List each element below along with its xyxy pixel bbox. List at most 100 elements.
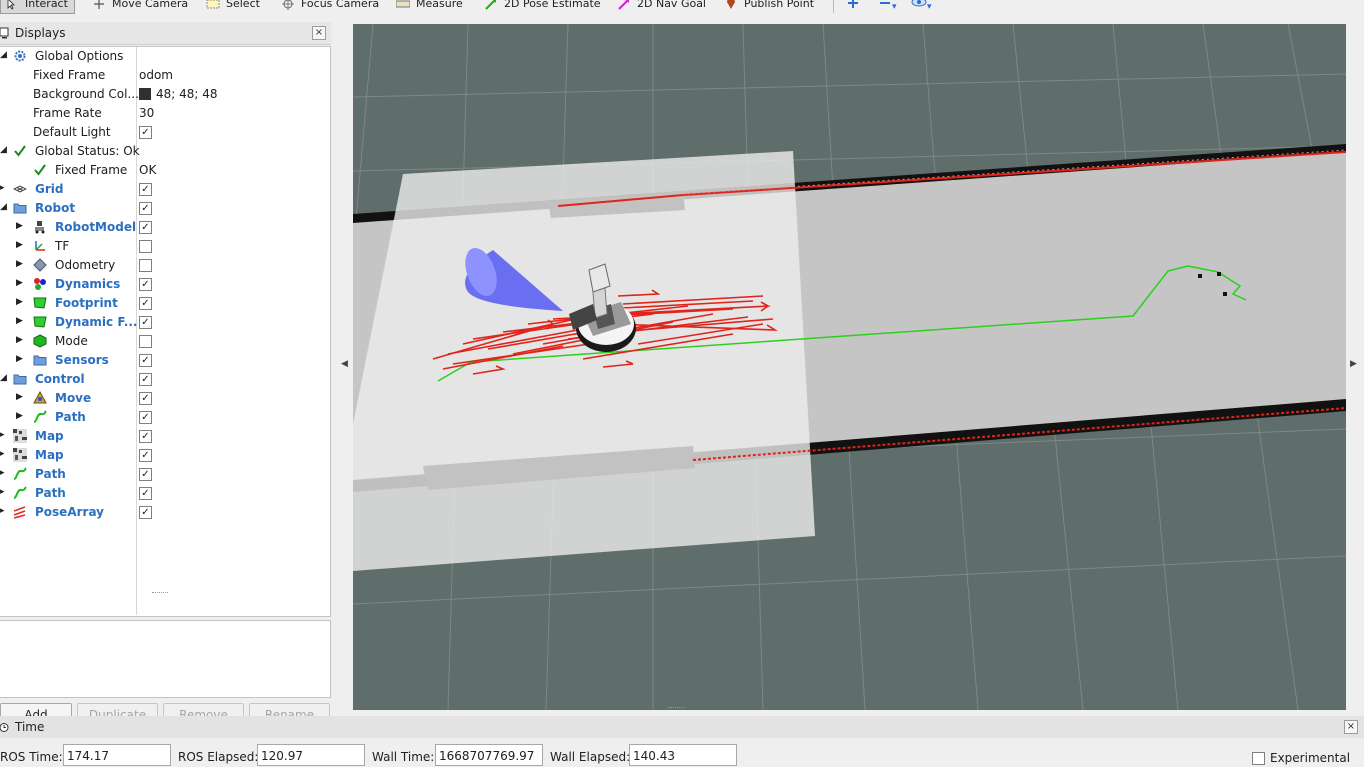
view-tool-button[interactable]: ▾ [911, 0, 937, 12]
mode-checkbox[interactable] [139, 335, 152, 348]
collapsed-arrow-icon[interactable]: ▸ [0, 183, 10, 193]
tree-row-map-2[interactable]: ▸ Map ✓ [0, 446, 330, 465]
tree-row-background-color[interactable]: Background Col... 48; 48; 48 [0, 85, 330, 104]
remove-tool-button[interactable]: ▾ [878, 0, 902, 12]
wall-elapsed-field[interactable]: 140.43 [629, 744, 737, 766]
collapse-left-arrow-icon[interactable]: ◀ [341, 359, 348, 369]
collapsed-arrow-icon[interactable]: ▶ [16, 297, 26, 307]
tree-row-mode[interactable]: ▶ Mode [0, 332, 330, 351]
tree-row-fixed-frame[interactable]: Fixed Frame odom [0, 66, 330, 85]
experimental-checkbox[interactable] [1252, 752, 1265, 765]
robot-model-checkbox[interactable]: ✓ [139, 221, 152, 234]
tree-row-path-1[interactable]: ▸ Path ✓ [0, 465, 330, 484]
robot-checkbox[interactable]: ✓ [139, 202, 152, 215]
default-light-checkbox[interactable]: ✓ [139, 126, 152, 139]
sensors-checkbox[interactable]: ✓ [139, 354, 152, 367]
nav-goal-tool-button[interactable]: 2D Nav Goal [617, 0, 706, 12]
viewport-splitter-handle[interactable] [668, 707, 684, 710]
odometry-checkbox[interactable] [139, 259, 152, 272]
collapsed-arrow-icon[interactable]: ▸ [0, 506, 10, 516]
expanded-arrow-icon[interactable]: ◢ [0, 50, 10, 60]
right-splitter[interactable]: ▶ [1346, 22, 1364, 712]
collapsed-arrow-icon[interactable]: ▶ [16, 316, 26, 326]
interact-tool-button[interactable]: Interact [0, 0, 75, 14]
tree-row-map-1[interactable]: ▸ Map ✓ [0, 427, 330, 446]
collapsed-arrow-icon[interactable]: ▸ [0, 449, 10, 459]
tree-row-default-light[interactable]: Default Light ✓ [0, 123, 330, 142]
grid-checkbox[interactable]: ✓ [139, 183, 152, 196]
collapsed-arrow-icon[interactable]: ▶ [16, 221, 26, 231]
tree-row-robot-model[interactable]: ▶ RobotModel ✓ [0, 218, 330, 237]
tree-row-control[interactable]: ◢ Control ✓ [0, 370, 330, 389]
tree-label: Move [55, 391, 92, 405]
collapsed-arrow-icon[interactable]: ▶ [16, 354, 26, 364]
collapse-right-arrow-icon[interactable]: ▶ [1350, 359, 1357, 369]
pose-estimate-tool-button[interactable]: 2D Pose Estimate [484, 0, 601, 12]
collapsed-arrow-icon[interactable]: ▶ [16, 335, 26, 345]
map-1-checkbox[interactable]: ✓ [139, 430, 152, 443]
frame-rate-value[interactable]: 30 [139, 106, 154, 120]
move-checkbox[interactable]: ✓ [139, 392, 152, 405]
control-checkbox[interactable]: ✓ [139, 373, 152, 386]
tree-row-move[interactable]: ▶ Move ✓ [0, 389, 330, 408]
close-time-button[interactable]: × [1344, 720, 1358, 734]
collapsed-arrow-icon[interactable]: ▸ [0, 468, 10, 478]
splitter-handle[interactable] [152, 592, 168, 595]
tf-checkbox[interactable] [139, 240, 152, 253]
path-1-checkbox[interactable]: ✓ [139, 468, 152, 481]
tree-label: Background Col... [33, 87, 139, 101]
expanded-arrow-icon[interactable]: ◢ [0, 145, 10, 155]
wall-time-field[interactable]: 1668707769.97 [435, 744, 543, 766]
tree-row-dynamics[interactable]: ▶ Dynamics ✓ [0, 275, 330, 294]
pose-array-checkbox[interactable]: ✓ [139, 506, 152, 519]
tree-row-control-path[interactable]: ▶ Path ✓ [0, 408, 330, 427]
3d-render-viewport[interactable] [353, 24, 1346, 710]
path-2-checkbox[interactable]: ✓ [139, 487, 152, 500]
tree-row-frame-rate[interactable]: Frame Rate 30 [0, 104, 330, 123]
tree-row-fixed-frame-status[interactable]: Fixed Frame OK [0, 161, 330, 180]
publish-point-tool-button[interactable]: Publish Point [724, 0, 814, 12]
move-camera-tool-button[interactable]: Move Camera [92, 0, 188, 12]
collapsed-arrow-icon[interactable]: ▶ [16, 411, 26, 421]
tree-row-robot[interactable]: ◢ Robot ✓ [0, 199, 330, 218]
collapsed-arrow-icon[interactable]: ▸ [0, 430, 10, 440]
add-tool-button[interactable] [846, 0, 860, 10]
close-displays-button[interactable]: × [312, 26, 326, 40]
dynamics-checkbox[interactable]: ✓ [139, 278, 152, 291]
tree-label: Path [55, 410, 86, 424]
tree-row-odometry[interactable]: ▶ Odometry [0, 256, 330, 275]
tree-row-grid[interactable]: ▸ Grid ✓ [0, 180, 330, 199]
3d-scene[interactable] [353, 24, 1346, 710]
collapsed-arrow-icon[interactable]: ▶ [16, 259, 26, 269]
pose-array-icon [13, 506, 26, 519]
collapsed-arrow-icon[interactable]: ▶ [16, 240, 26, 250]
footprint-checkbox[interactable]: ✓ [139, 297, 152, 310]
tree-row-footprint[interactable]: ▶ Footprint ✓ [0, 294, 330, 313]
dynamic-footprint-checkbox[interactable]: ✓ [139, 316, 152, 329]
ros-elapsed-field[interactable]: 120.97 [257, 744, 365, 766]
measure-label: Measure [416, 0, 463, 10]
ros-time-field[interactable]: 174.17 [63, 744, 171, 766]
tree-row-global-options[interactable]: ◢ Global Options [0, 47, 330, 66]
control-path-checkbox[interactable]: ✓ [139, 411, 152, 424]
expanded-arrow-icon[interactable]: ◢ [0, 373, 10, 383]
map-2-checkbox[interactable]: ✓ [139, 449, 152, 462]
tree-row-dynamic-footprint[interactable]: ▶ Dynamic F... ✓ [0, 313, 330, 332]
tree-row-sensors[interactable]: ▶ Sensors ✓ [0, 351, 330, 370]
select-tool-button[interactable]: Select [206, 0, 260, 12]
measure-tool-button[interactable]: Measure [396, 0, 463, 12]
expanded-arrow-icon[interactable]: ◢ [0, 202, 10, 212]
focus-camera-tool-button[interactable]: Focus Camera [281, 0, 379, 12]
tree-row-path-2[interactable]: ▸ Path ✓ [0, 484, 330, 503]
tree-row-global-status[interactable]: ◢ Global Status: Ok [0, 142, 330, 161]
collapsed-arrow-icon[interactable]: ▶ [16, 392, 26, 402]
tree-label: Frame Rate [33, 106, 102, 120]
left-splitter[interactable]: ◀ [333, 22, 353, 712]
fixed-frame-value[interactable]: odom [139, 68, 173, 82]
background-color-value[interactable]: 48; 48; 48 [139, 87, 218, 101]
tree-row-tf[interactable]: ▶ TF [0, 237, 330, 256]
displays-tree[interactable]: ◢ Global Options Fixed Frame odom Backgr… [0, 46, 331, 617]
collapsed-arrow-icon[interactable]: ▶ [16, 278, 26, 288]
collapsed-arrow-icon[interactable]: ▸ [0, 487, 10, 497]
tree-row-pose-array[interactable]: ▸ PoseArray ✓ [0, 503, 330, 522]
